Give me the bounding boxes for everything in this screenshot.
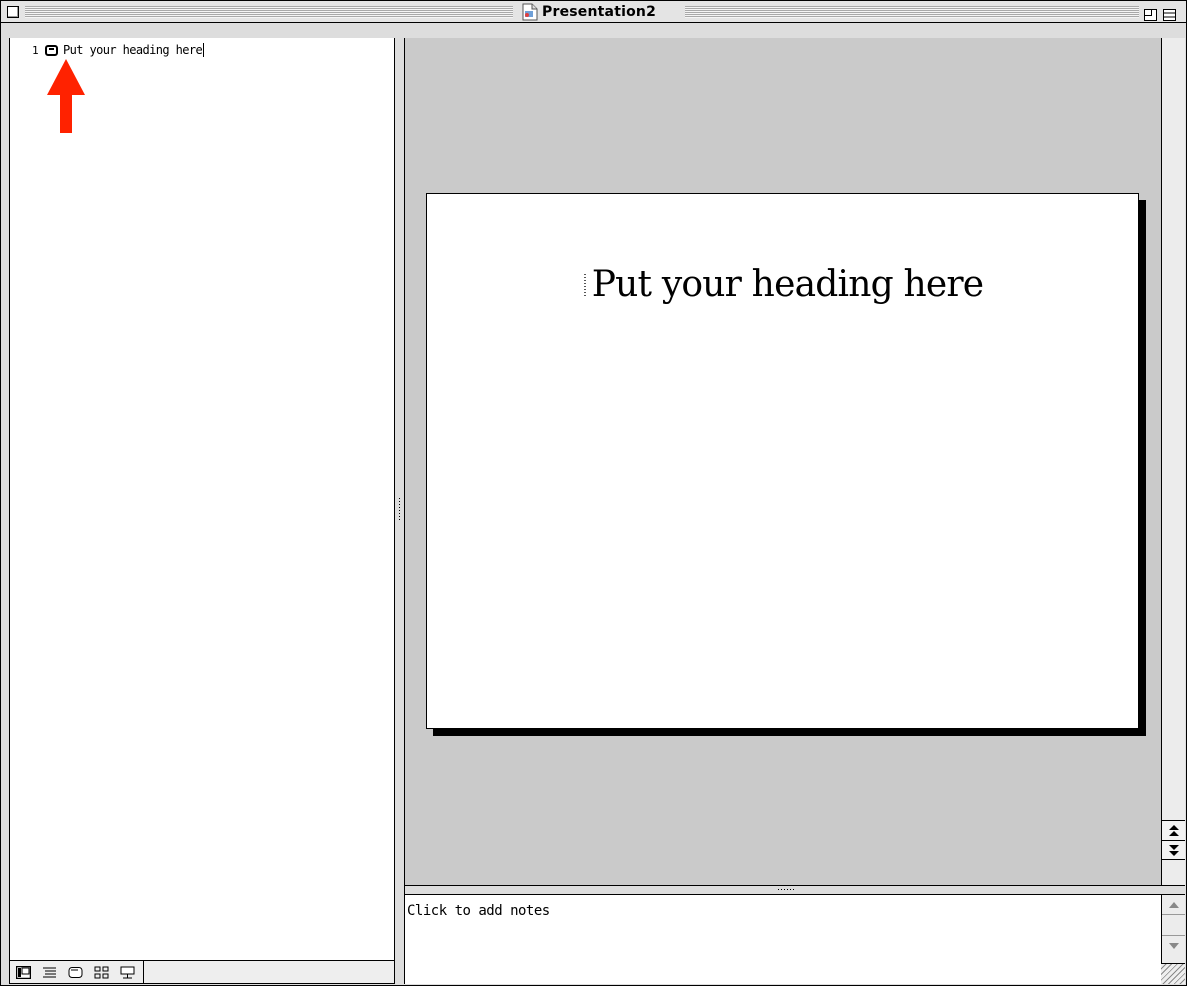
scroll-down-arrow-icon[interactable] bbox=[1162, 935, 1185, 955]
previous-slide-button[interactable] bbox=[1162, 820, 1185, 840]
slide-pane[interactable]: Put your heading here bbox=[405, 38, 1161, 885]
scroll-up-arrow-icon[interactable] bbox=[1162, 895, 1185, 915]
outline-pane[interactable]: 1 Put your heading here bbox=[9, 38, 395, 960]
outline-slide-row[interactable]: 1 Put your heading here bbox=[10, 42, 205, 58]
collapse-box-button[interactable] bbox=[1163, 6, 1176, 21]
outline-slide-number: 1 bbox=[32, 43, 39, 57]
outline-slide-title[interactable]: Put your heading here bbox=[63, 43, 203, 57]
window-title-text: Presentation2 bbox=[542, 4, 657, 20]
slide-scrollbar[interactable] bbox=[1161, 38, 1185, 885]
zoom-box-button[interactable] bbox=[1144, 6, 1157, 21]
slide-title[interactable]: Put your heading here bbox=[427, 264, 1138, 305]
slide-icon[interactable] bbox=[45, 44, 58, 56]
view-buttons-bar bbox=[9, 960, 395, 984]
resize-grip-icon[interactable] bbox=[1161, 963, 1185, 984]
next-slide-button[interactable] bbox=[1162, 840, 1185, 860]
pane-splitter-vertical[interactable] bbox=[395, 38, 405, 984]
pane-splitter-horizontal[interactable] bbox=[405, 885, 1185, 895]
title-bar[interactable]: Presentation2 bbox=[1, 1, 1186, 23]
close-box-button[interactable] bbox=[7, 6, 19, 18]
slide-sorter-icon[interactable] bbox=[88, 961, 114, 983]
text-cursor bbox=[203, 43, 205, 57]
notes-placeholder[interactable]: Click to add notes bbox=[407, 903, 550, 919]
slide-canvas[interactable]: Put your heading here bbox=[426, 193, 1139, 729]
view-bar-divider bbox=[143, 961, 144, 983]
red-arrow-icon bbox=[47, 59, 85, 133]
outline-view-icon[interactable] bbox=[36, 961, 62, 983]
window-title: Presentation2 bbox=[518, 2, 661, 22]
title-bar-stripes bbox=[685, 6, 1139, 18]
presentation-window: Presentation2 1 Put your heading here Pu… bbox=[0, 0, 1187, 986]
slide-view-icon[interactable] bbox=[62, 961, 88, 983]
normal-view-icon[interactable] bbox=[10, 961, 36, 983]
notes-pane[interactable]: Click to add notes bbox=[405, 895, 1161, 984]
slide-show-icon[interactable] bbox=[114, 961, 140, 983]
presentation-document-icon bbox=[522, 3, 538, 21]
title-bar-stripes bbox=[25, 6, 513, 18]
